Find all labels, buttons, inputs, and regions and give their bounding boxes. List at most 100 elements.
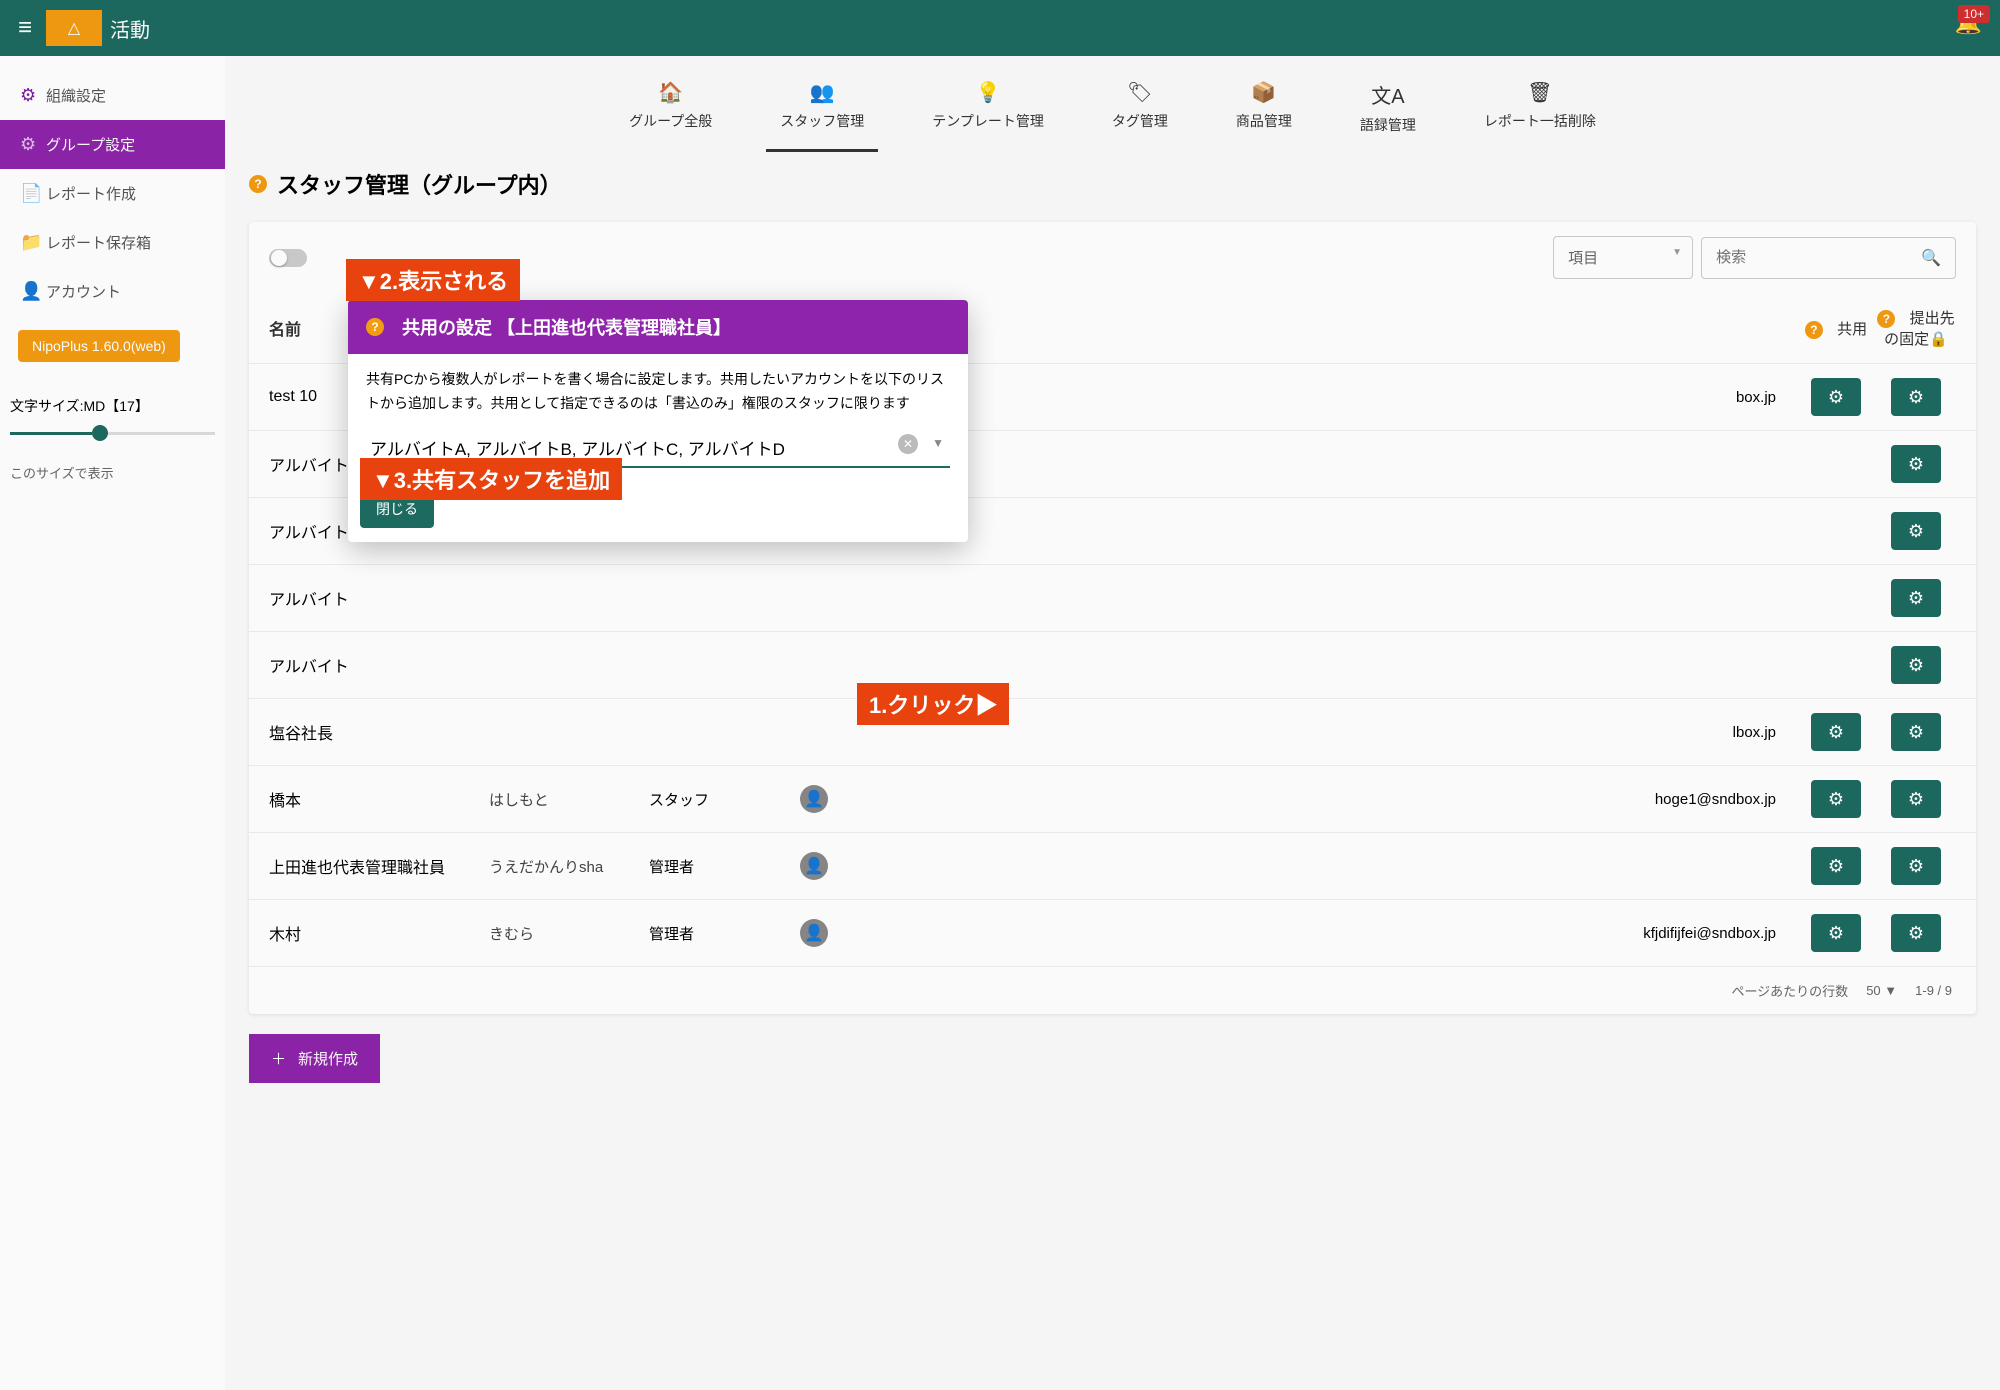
folder-icon: 📁 [20, 232, 46, 253]
lock-settings-button[interactable]: ⚙ [1891, 579, 1941, 617]
table-row: 木村 きむら 管理者 👤 kfjdifijfei@sndbox.jp ⚙ ⚙ [249, 900, 1976, 967]
sidebar-item-org-settings[interactable]: ⚙ 組織設定 [0, 71, 225, 120]
lock-settings-button[interactable]: ⚙ [1891, 713, 1941, 751]
tab-label: 商品管理 [1236, 111, 1292, 131]
sidebar-item-report-create[interactable]: 📄 レポート作成 [0, 169, 225, 218]
cube-icon: 📦 [1251, 80, 1276, 105]
lock-settings-button[interactable]: ⚙ [1891, 646, 1941, 684]
page-title: 活動 [110, 14, 150, 43]
translate-icon: 文A [1371, 80, 1404, 109]
sidebar-item-label: 組織設定 [46, 85, 106, 106]
rows-per-page-label: ページあたりの行数 [1731, 981, 1848, 1000]
cell-name: 上田進也代表管理職社員 [269, 854, 489, 878]
annotation-1: 1.クリック▶ [857, 683, 1009, 725]
menu-button[interactable]: ≡ [10, 6, 40, 50]
new-button[interactable]: ＋ 新規作成 [249, 1034, 380, 1083]
lock-settings-button[interactable]: ⚙ [1891, 512, 1941, 550]
triangle-icon: △ [68, 18, 80, 38]
select-label: 項目 [1568, 250, 1598, 267]
sidebar-item-label: レポート作成 [46, 183, 136, 204]
version-chip: NipoPlus 1.60.0(web) [18, 330, 180, 362]
table-row: test 10 box.jp ⚙ ⚙ [249, 364, 1976, 431]
share-settings-button[interactable]: ⚙ [1811, 713, 1861, 751]
cell-state: 👤 [779, 919, 849, 947]
table-row: 橋本 はしもと スタッフ 👤 hoge1@sndbox.jp ⚙ ⚙ [249, 766, 1976, 833]
tab-label: テンプレート管理 [932, 111, 1044, 131]
view-toggle[interactable] [269, 249, 307, 267]
lock-settings-button[interactable]: ⚙ [1891, 378, 1941, 416]
new-button-label: 新規作成 [298, 1048, 358, 1069]
people-icon: 👥 [810, 80, 835, 105]
tab-vocab-mgmt[interactable]: 文A 語録管理 [1346, 72, 1430, 152]
sidebar-item-group-settings[interactable]: ⚙ グループ設定 [0, 120, 225, 169]
annotation-2: ▼2.表示される [346, 259, 520, 301]
font-size-control: 文字サイズ:MD【17】 このサイズで表示 [0, 376, 225, 502]
table-row: 上田進也代表管理職社員 うえだかんりsha 管理者 👤 ⚙ ⚙ [249, 833, 1976, 900]
column-select[interactable]: 項目 [1553, 236, 1693, 279]
pager: ページあたりの行数 50 ▼ 1-9 / 9 [249, 967, 1976, 1014]
share-settings-button[interactable]: ⚙ [1811, 780, 1861, 818]
cell-role: 管理者 [649, 856, 779, 877]
cell-role: スタッフ [649, 789, 779, 810]
tab-staff-mgmt[interactable]: 👥 スタッフ管理 [766, 72, 878, 152]
share-settings-button[interactable]: ⚙ [1811, 914, 1861, 952]
sidebar-item-label: グループ設定 [46, 134, 135, 155]
search-icon: 🔍 [1921, 248, 1941, 268]
share-settings-button[interactable]: ⚙ [1811, 378, 1861, 416]
person-icon: 👤 [800, 785, 828, 813]
cell-role: 管理者 [649, 923, 779, 944]
col-header-lock: ? 提出先の固定🔒 [1876, 307, 1956, 349]
cell-email: hoge1@sndbox.jp [849, 791, 1796, 808]
sidebar-item-account[interactable]: 👤 アカウント [0, 267, 225, 316]
cell-state: 👤 [779, 785, 849, 813]
section-title: スタッフ管理（グループ内） [277, 168, 562, 200]
cell-name: test 10 [269, 388, 489, 406]
trash-icon: 🗑 [1527, 80, 1552, 105]
lightbulb-icon: 💡 [976, 80, 1001, 105]
person-icon: 👤 [20, 281, 46, 302]
lock-settings-button[interactable]: ⚙ [1891, 847, 1941, 885]
tab-group-general[interactable]: 🏠 グループ全般 [615, 72, 726, 152]
cell-name: 塩谷社長 [269, 720, 489, 744]
lock-settings-button[interactable]: ⚙ [1891, 445, 1941, 483]
app-header: ≡ △ 活動 🔔 10+ [0, 0, 2000, 56]
notifications-button[interactable]: 🔔 10+ [1955, 10, 1982, 36]
table-row: アルバイト ⚙ [249, 498, 1976, 565]
cell-yomi: はしもと [489, 789, 649, 810]
cell-name: アルバイト [269, 653, 489, 677]
tab-template-mgmt[interactable]: 💡 テンプレート管理 [918, 72, 1058, 152]
table-header-row: 名前 ?権限 ?状態 ? EMAIL ? 共用 ? 提出先の固定🔒 [249, 293, 1976, 364]
lock-settings-button[interactable]: ⚙ [1891, 780, 1941, 818]
table-row: アルバイト ⚙ [249, 565, 1976, 632]
help-icon[interactable]: ? [249, 175, 267, 193]
font-size-demo: このサイズで表示 [10, 463, 215, 482]
sidebar-item-report-box[interactable]: 📁 レポート保存箱 [0, 218, 225, 267]
tab-label: レポート一括削除 [1484, 111, 1596, 131]
cell-name: 木村 [269, 921, 489, 945]
section-heading: ? スタッフ管理（グループ内） [225, 152, 2000, 216]
font-size-slider[interactable] [10, 432, 215, 435]
gear-square-icon: ⚙ [20, 134, 46, 155]
tab-product-mgmt[interactable]: 📦 商品管理 [1222, 72, 1306, 152]
rows-per-page-select[interactable]: 50 ▼ [1866, 983, 1897, 998]
search-input[interactable] [1716, 249, 1915, 266]
staff-table-card: 項目 🔍 名前 ?権限 ?状態 ? EMAIL ? 共用 ? 提出先の固定🔒 t… [249, 222, 1976, 1014]
lock-settings-button[interactable]: ⚙ [1891, 914, 1941, 952]
cell-name: アルバイト [269, 519, 489, 543]
tab-tag-mgmt[interactable]: 🏷 タグ管理 [1098, 72, 1182, 152]
table-row: 塩谷社長 lbox.jp ⚙ ⚙ [249, 699, 1976, 766]
person-icon: 👤 [800, 852, 828, 880]
share-settings-button[interactable]: ⚙ [1811, 847, 1861, 885]
search-box[interactable]: 🔍 [1701, 237, 1956, 279]
cell-email: box.jp [849, 389, 1796, 406]
tab-bulk-delete[interactable]: 🗑 レポート一括削除 [1470, 72, 1610, 152]
logo: △ [46, 10, 102, 46]
cell-state: 👤 [779, 852, 849, 880]
tab-label: スタッフ管理 [780, 111, 864, 131]
gear-icon: ⚙ [20, 85, 46, 106]
tab-label: タグ管理 [1112, 111, 1168, 131]
main-content: 🏠 グループ全般 👥 スタッフ管理 💡 テンプレート管理 🏷 タグ管理 📦 商品… [225, 56, 2000, 1390]
plus-file-icon: 📄 [20, 183, 46, 204]
tag-icon: 🏷 [1127, 80, 1152, 105]
tab-label: グループ全般 [629, 111, 712, 131]
